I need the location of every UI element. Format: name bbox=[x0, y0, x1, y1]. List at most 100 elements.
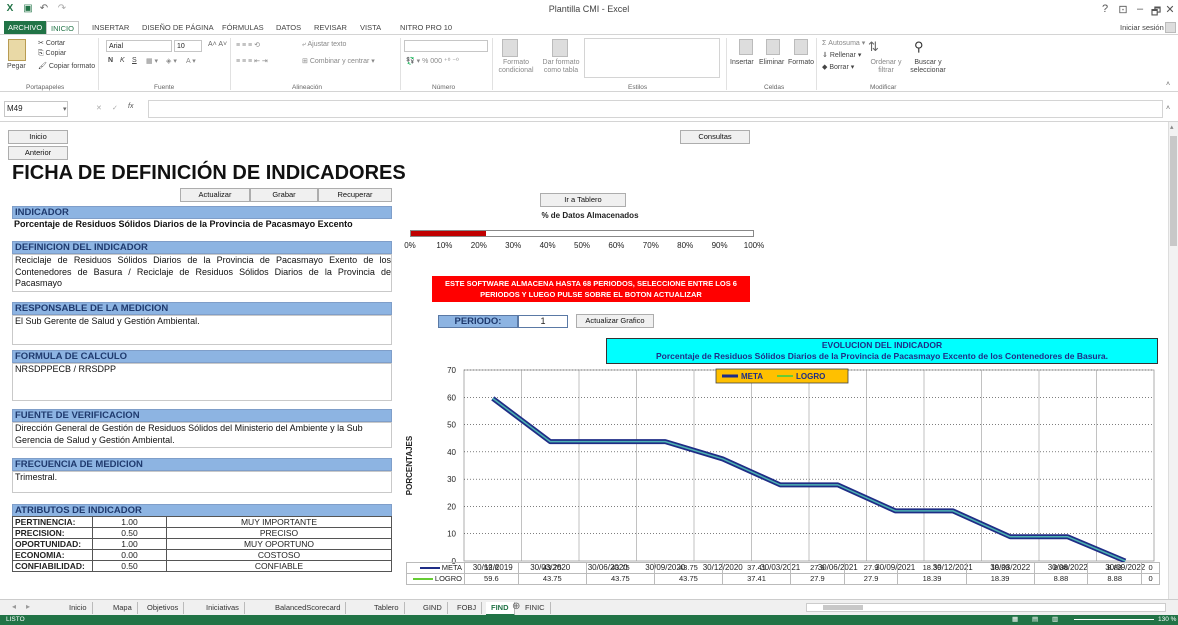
paste-button[interactable]: Pegar bbox=[7, 63, 26, 70]
expand-formula-icon[interactable]: ˄ bbox=[1166, 105, 1170, 112]
view-break-icon[interactable]: ▥ bbox=[1052, 615, 1058, 625]
atributo-score: 0.50 bbox=[92, 527, 167, 539]
tab-archivo[interactable]: ARCHIVO bbox=[4, 21, 47, 34]
copy-button[interactable]: ⎘ Copiar bbox=[38, 50, 66, 58]
find-select-button[interactable]: Buscar y seleccionar bbox=[906, 59, 950, 75]
table-format-icon[interactable] bbox=[552, 39, 568, 57]
ribbon-display-icon[interactable]: ⊡ bbox=[1116, 3, 1130, 16]
sort-filter-icon[interactable]: ⇅ bbox=[868, 39, 879, 55]
frecuencia-value: Trimestral. bbox=[12, 471, 392, 493]
autosum-label: Autosuma bbox=[828, 40, 860, 47]
fill-button[interactable]: ⇓ Rellenar ▾ bbox=[822, 51, 861, 59]
scroll-thumb[interactable] bbox=[1170, 136, 1177, 246]
anterior-button[interactable]: Anterior bbox=[8, 146, 68, 160]
inicio-button[interactable]: Inicio bbox=[8, 130, 68, 144]
grow-font-icon[interactable]: A˄ A˅ bbox=[208, 41, 227, 48]
tab-vista[interactable]: VISTA bbox=[356, 21, 385, 34]
sheet-tab-gind[interactable]: GIND bbox=[418, 602, 448, 614]
signin-link[interactable]: Iniciar sesión bbox=[1116, 21, 1168, 34]
cancel-entry-icon[interactable]: ✕ bbox=[96, 104, 102, 112]
consultas-button[interactable]: Consultas bbox=[680, 130, 750, 144]
formula-input[interactable] bbox=[148, 100, 1163, 118]
align-top-icons[interactable]: ≡ ≡ ≡ ⟲ bbox=[236, 41, 260, 49]
help-button[interactable]: ? bbox=[1098, 3, 1112, 15]
sheet-tab-find[interactable]: FIND bbox=[486, 602, 515, 616]
grabar-button[interactable]: Grabar bbox=[250, 188, 318, 202]
insert-cells-icon[interactable] bbox=[739, 39, 753, 55]
fill-color-icon[interactable]: ◈ ▾ bbox=[166, 57, 177, 65]
fill-label: Rellenar bbox=[829, 52, 856, 59]
atributo-row: CONFIABILIDAD: 0.50 CONFIABLE bbox=[12, 560, 392, 572]
minimize-icon[interactable]: – bbox=[1133, 3, 1147, 15]
font-size-select[interactable]: 10 bbox=[174, 40, 202, 52]
autosum-button[interactable]: Σ Autosuma ▾ bbox=[822, 39, 865, 47]
delete-cells-button[interactable]: Eliminar bbox=[759, 59, 784, 66]
confirm-entry-icon[interactable]: ✓ bbox=[112, 104, 118, 112]
view-layout-icon[interactable]: ▤ bbox=[1032, 615, 1038, 625]
h-scroll-thumb[interactable] bbox=[823, 605, 863, 610]
clear-button[interactable]: ◆ Borrar ▾ bbox=[822, 63, 854, 71]
user-avatar-icon[interactable] bbox=[1165, 22, 1176, 33]
sheet-tab-objetivos[interactable]: Objetivos bbox=[142, 602, 185, 614]
scroll-up-icon[interactable]: ▴ bbox=[1170, 123, 1174, 131]
underline-button[interactable]: S bbox=[132, 57, 137, 64]
close-icon[interactable]: ✕ bbox=[1163, 3, 1177, 16]
format-cells-button[interactable]: Formato bbox=[788, 59, 814, 66]
tab-inicio[interactable]: INICIO bbox=[46, 21, 79, 34]
copy-format-button[interactable]: 🖌 Copiar formato bbox=[38, 62, 95, 70]
name-box[interactable]: M49 bbox=[4, 101, 68, 117]
atributo-level: MUY OPORTUNO bbox=[166, 538, 392, 550]
conditional-format-button[interactable]: Formato condicional bbox=[496, 59, 536, 75]
cut-button[interactable]: ✂ Cortar bbox=[38, 39, 65, 47]
cell-styles-gallery[interactable] bbox=[584, 38, 720, 78]
insert-cells-button[interactable]: Insertar bbox=[730, 59, 754, 66]
sheet-tab-tablero[interactable]: Tablero bbox=[369, 602, 405, 614]
new-sheet-icon[interactable]: ⊕ bbox=[512, 601, 520, 612]
insert-function-button[interactable]: fx bbox=[128, 103, 133, 110]
actualizar-button[interactable]: Actualizar bbox=[180, 188, 250, 202]
tab-nitro[interactable]: NITRO PRO 10 bbox=[396, 21, 456, 34]
borders-icon[interactable]: ▦ ▾ bbox=[146, 57, 158, 65]
italic-button[interactable]: K bbox=[120, 57, 125, 64]
font-color-icon[interactable]: A ▾ bbox=[186, 57, 196, 65]
tab-formulas[interactable]: FÓRMULAS bbox=[218, 21, 268, 34]
sheet-tab-mapa[interactable]: Mapa bbox=[108, 602, 138, 614]
name-box-dropdown-icon[interactable]: ▾ bbox=[63, 105, 67, 113]
zoom-level[interactable]: 130 % bbox=[1158, 615, 1176, 625]
font-name-select[interactable]: Arial bbox=[106, 40, 172, 52]
recuperar-button[interactable]: Recuperar bbox=[318, 188, 392, 202]
periodo-input[interactable]: 1 bbox=[518, 315, 568, 328]
bold-button[interactable]: N bbox=[108, 57, 113, 64]
table-format-button[interactable]: Dar formato como tabla bbox=[538, 59, 584, 75]
find-select-icon[interactable]: ⚲ bbox=[914, 39, 924, 55]
tab-nav-right-icon[interactable]: ▸ bbox=[26, 602, 30, 611]
tab-nav-left-icon[interactable]: ◂ bbox=[12, 602, 16, 611]
sheet-tab-finic[interactable]: FINIC bbox=[520, 602, 551, 614]
vertical-scrollbar[interactable]: ▴ bbox=[1168, 122, 1178, 599]
tab-revisar[interactable]: REVISAR bbox=[310, 21, 351, 34]
align-icons[interactable]: ≡ ≡ ≡ ⇤ ⇥ bbox=[236, 57, 268, 65]
tab-datos[interactable]: DATOS bbox=[272, 21, 305, 34]
actualizar-grafico-button[interactable]: Actualizar Grafico bbox=[576, 314, 654, 328]
paste-icon[interactable] bbox=[8, 39, 26, 61]
collapse-ribbon-icon[interactable]: ˄ bbox=[1166, 81, 1170, 88]
wrap-text-button[interactable]: ⤶ Ajustar texto bbox=[302, 41, 346, 49]
view-normal-icon[interactable]: ▦ bbox=[1012, 615, 1018, 625]
conditional-format-icon[interactable] bbox=[502, 39, 518, 57]
sheet-tab-balancedscorecard[interactable]: BalancedScorecard bbox=[270, 602, 347, 614]
zoom-slider[interactable] bbox=[1074, 619, 1154, 620]
merge-center-button[interactable]: ⊞ Combinar y centrar ▾ bbox=[302, 57, 375, 65]
horizontal-scrollbar[interactable] bbox=[806, 603, 1166, 612]
number-format-select[interactable] bbox=[404, 40, 488, 52]
delete-cells-icon[interactable] bbox=[766, 39, 780, 55]
number-format-icons[interactable]: 💱 ▾ % 000 ⁺⁰ ⁻⁰ bbox=[406, 57, 459, 65]
sheet-tab-fobj[interactable]: FOBJ bbox=[452, 602, 483, 614]
ir-a-tablero-button[interactable]: Ir a Tablero bbox=[540, 193, 626, 207]
sheet-tab-inicio[interactable]: Inicio bbox=[64, 602, 93, 614]
sheet-tab-iniciativas[interactable]: Iniciativas bbox=[201, 602, 245, 614]
worksheet[interactable]: Inicio Anterior Consultas FICHA DE DEFIN… bbox=[0, 122, 1168, 599]
sort-filter-button[interactable]: Ordenar y filtrar bbox=[866, 59, 906, 75]
tab-insertar[interactable]: INSERTAR bbox=[88, 21, 133, 34]
tab-diseno[interactable]: DISEÑO DE PÁGINA bbox=[138, 21, 218, 34]
format-cells-icon[interactable] bbox=[794, 39, 808, 55]
